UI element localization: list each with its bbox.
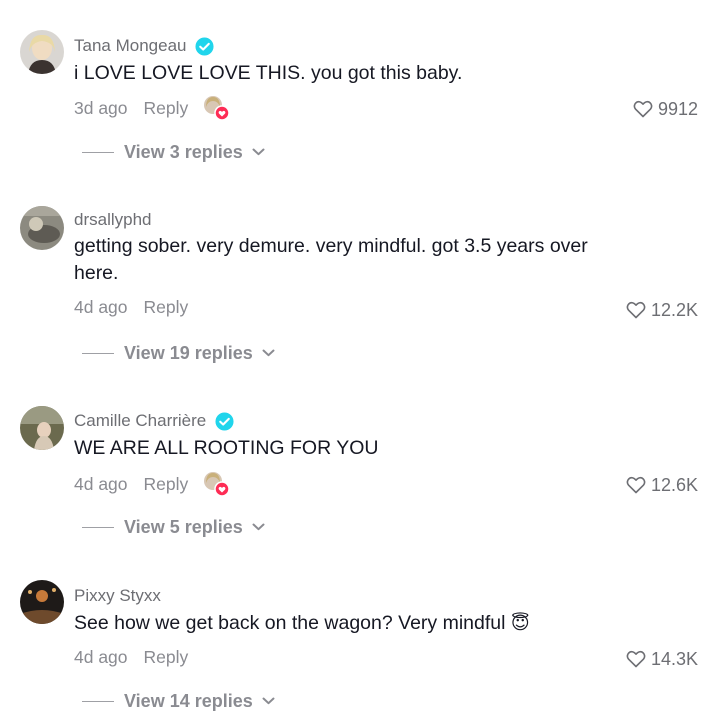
chevron-down-icon bbox=[262, 349, 275, 357]
view-replies-button[interactable]: View 14 replies bbox=[82, 690, 275, 712]
comment-text: i LOVE LOVE LOVE THIS. you got this baby… bbox=[74, 62, 463, 84]
comment-meta: 3d ago Reply bbox=[74, 95, 231, 121]
comment-author[interactable]: drsallyphd bbox=[74, 210, 152, 230]
like-count[interactable]: 9912 bbox=[633, 98, 698, 120]
reply-button[interactable]: Reply bbox=[144, 646, 189, 668]
view-replies-label: View 19 replies bbox=[124, 343, 253, 363]
like-count-label: 12.2K bbox=[650, 300, 698, 320]
comment-time: 4d ago bbox=[74, 647, 128, 667]
divider bbox=[82, 151, 114, 153]
view-replies-button[interactable]: View 5 replies bbox=[82, 516, 265, 538]
avatar[interactable] bbox=[20, 206, 64, 250]
heart-outline-icon bbox=[626, 301, 646, 319]
comment-text-body: See how we get back on the wagon? Very m… bbox=[74, 612, 506, 634]
view-replies-button[interactable]: View 19 replies bbox=[82, 342, 275, 364]
chevron-down-icon bbox=[252, 523, 265, 531]
comment-author[interactable]: Pixxy Styxx bbox=[74, 586, 161, 606]
view-replies-button[interactable]: View 3 replies bbox=[82, 141, 265, 163]
like-count-label: 14.3K bbox=[650, 649, 698, 669]
like-count[interactable]: 12.6K bbox=[626, 474, 698, 496]
comment-meta: 4d ago Reply bbox=[74, 296, 188, 318]
heart-outline-icon bbox=[626, 650, 646, 668]
comment-time: 3d ago bbox=[74, 98, 128, 118]
avatar[interactable] bbox=[20, 580, 64, 624]
comment-author[interactable]: Camille Charrière bbox=[74, 411, 234, 431]
comment-text: getting sober. very demure. very mindful… bbox=[74, 235, 588, 284]
comment-text: WE ARE ALL ROOTING FOR YOU bbox=[74, 437, 379, 459]
author-name[interactable]: drsallyphd bbox=[74, 210, 152, 230]
like-count-label: 9912 bbox=[657, 99, 698, 119]
comment-meta: 4d ago Reply bbox=[74, 646, 188, 668]
view-replies-label: View 3 replies bbox=[124, 142, 243, 162]
avatar[interactable] bbox=[20, 30, 64, 74]
author-name[interactable]: Tana Mongeau bbox=[74, 36, 186, 56]
divider bbox=[82, 526, 114, 528]
author-name[interactable]: Pixxy Styxx bbox=[74, 586, 161, 606]
reply-button[interactable]: Reply bbox=[144, 473, 189, 495]
comment-text: See how we get back on the wagon? Very m… bbox=[74, 610, 634, 637]
reply-button[interactable]: Reply bbox=[144, 97, 189, 119]
comment-time: 4d ago bbox=[74, 297, 128, 317]
author-name[interactable]: Camille Charrière bbox=[74, 411, 206, 431]
creator-liked-heart-icon bbox=[202, 471, 231, 497]
divider bbox=[82, 700, 114, 702]
angel-emoji: 😇 bbox=[510, 613, 530, 633]
chevron-down-icon bbox=[252, 148, 265, 156]
comment-author[interactable]: Tana Mongeau bbox=[74, 36, 215, 56]
like-count[interactable]: 12.2K bbox=[626, 299, 698, 321]
verified-badge-icon bbox=[215, 411, 234, 431]
verified-badge-icon bbox=[195, 36, 215, 56]
reply-button[interactable]: Reply bbox=[144, 296, 189, 318]
like-count[interactable]: 14.3K bbox=[626, 648, 698, 670]
like-count-label: 12.6K bbox=[650, 475, 698, 495]
heart-outline-icon bbox=[633, 100, 653, 118]
heart-outline-icon bbox=[626, 476, 646, 494]
divider bbox=[82, 352, 114, 354]
view-replies-label: View 14 replies bbox=[124, 691, 253, 711]
avatar[interactable] bbox=[20, 406, 64, 450]
comment-time: 4d ago bbox=[74, 474, 128, 494]
chevron-down-icon bbox=[262, 697, 275, 705]
view-replies-label: View 5 replies bbox=[124, 517, 243, 537]
comment-meta: 4d ago Reply bbox=[74, 471, 231, 497]
creator-liked-heart-icon bbox=[202, 95, 231, 121]
